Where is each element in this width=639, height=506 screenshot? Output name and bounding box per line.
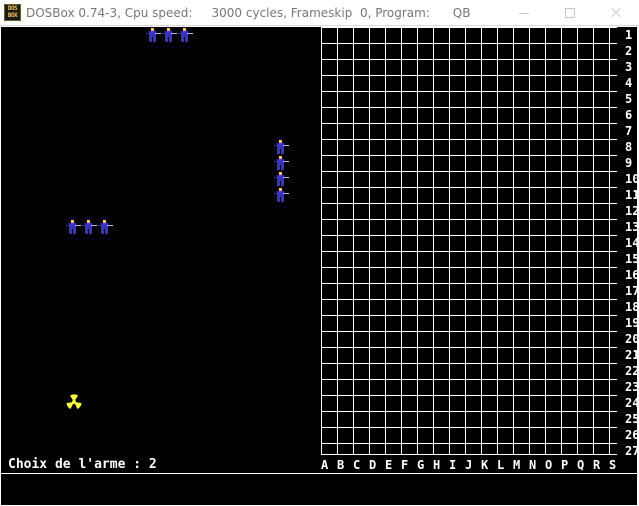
- soldier-icon: [66, 220, 81, 234]
- grid-row-label: 26: [625, 428, 637, 442]
- grid-column-label: N: [529, 458, 537, 472]
- grid-row-label: 8: [625, 140, 633, 154]
- grid-row-label: 9: [625, 156, 633, 170]
- app-icon-text-bottom: BOX: [7, 12, 18, 19]
- soldier-icon: [82, 220, 97, 234]
- grid-column-label: M: [513, 458, 521, 472]
- grid-row-label: 12: [625, 204, 637, 218]
- game-screen[interactable]: 1 2 3 4 5 6 7 8 9 10 11 12 13 14 15 16 17 18 19 20 21 22 23 24 2…: [1, 27, 637, 505]
- dosbox-app-icon[interactable]: DOS BOX: [4, 4, 21, 21]
- soldier-icon: [274, 172, 289, 186]
- status-divider: [1, 473, 637, 474]
- grid-row-label: 13: [625, 220, 637, 234]
- battle-grid[interactable]: [321, 27, 617, 455]
- grid-row-label: 20: [625, 332, 637, 346]
- soldier-icon: [274, 156, 289, 170]
- grid-column-label: Q: [577, 458, 585, 472]
- soldier-icon: [178, 28, 193, 42]
- soldier-icon: [98, 220, 113, 234]
- soldier-icon: [162, 28, 177, 42]
- grid-row-label: 14: [625, 236, 637, 250]
- radiation-icon: [66, 394, 82, 409]
- grid-row-label: 17: [625, 284, 637, 298]
- grid-row-label: 15: [625, 252, 637, 266]
- title-bar: DOS BOX DOSBox 0.74-3, Cpu speed: 3000 c…: [0, 0, 639, 26]
- grid-column-label: I: [449, 458, 457, 472]
- grid-column-label: A: [321, 458, 329, 472]
- grid-column-label: K: [481, 458, 489, 472]
- grid-row-label: 25: [625, 412, 637, 426]
- grid-column-label: F: [401, 458, 409, 472]
- soldier-icon: [274, 188, 289, 202]
- grid-column-label: H: [433, 458, 441, 472]
- grid-row-label: 24: [625, 396, 637, 410]
- grid-column-label: O: [545, 458, 553, 472]
- grid-column-label: C: [353, 458, 361, 472]
- grid-column-label: E: [385, 458, 393, 472]
- grid-row-label: 11: [625, 188, 637, 202]
- weapon-choice-prompt: Choix de l'arme : 2: [8, 457, 157, 472]
- grid-row-label: 7: [625, 124, 633, 138]
- grid-column-label: D: [369, 458, 377, 472]
- grid-row-label: 16: [625, 268, 637, 282]
- grid-row-label: 18: [625, 300, 637, 314]
- grid-column-label: L: [497, 458, 505, 472]
- grid-column-label: P: [561, 458, 569, 472]
- grid-row-label: 21: [625, 348, 637, 362]
- grid-row-label: 19: [625, 316, 637, 330]
- grid-row-label: 1: [625, 28, 633, 42]
- grid-column-label: S: [609, 458, 617, 472]
- grid-row-label: 2: [625, 44, 633, 58]
- grid-row-label: 23: [625, 380, 637, 394]
- maximize-button[interactable]: [547, 0, 593, 26]
- grid-column-label: R: [593, 458, 601, 472]
- grid-row-label: 22: [625, 364, 637, 378]
- grid-row-label: 5: [625, 92, 633, 106]
- close-button[interactable]: [593, 0, 639, 26]
- grid-row-label: 10: [625, 172, 637, 186]
- grid-row-label: 27: [625, 444, 637, 458]
- grid-row-label: 4: [625, 76, 633, 90]
- grid-column-label: B: [337, 458, 345, 472]
- grid-row-label: 3: [625, 60, 633, 74]
- grid-row-label: 6: [625, 108, 633, 122]
- soldier-icon: [274, 140, 289, 154]
- soldier-icon: [146, 28, 161, 42]
- minimize-button[interactable]: [501, 0, 547, 26]
- grid-column-label: J: [465, 458, 473, 472]
- grid-column-label: G: [417, 458, 425, 472]
- window-title: DOSBox 0.74-3, Cpu speed: 3000 cycles, F…: [26, 6, 471, 20]
